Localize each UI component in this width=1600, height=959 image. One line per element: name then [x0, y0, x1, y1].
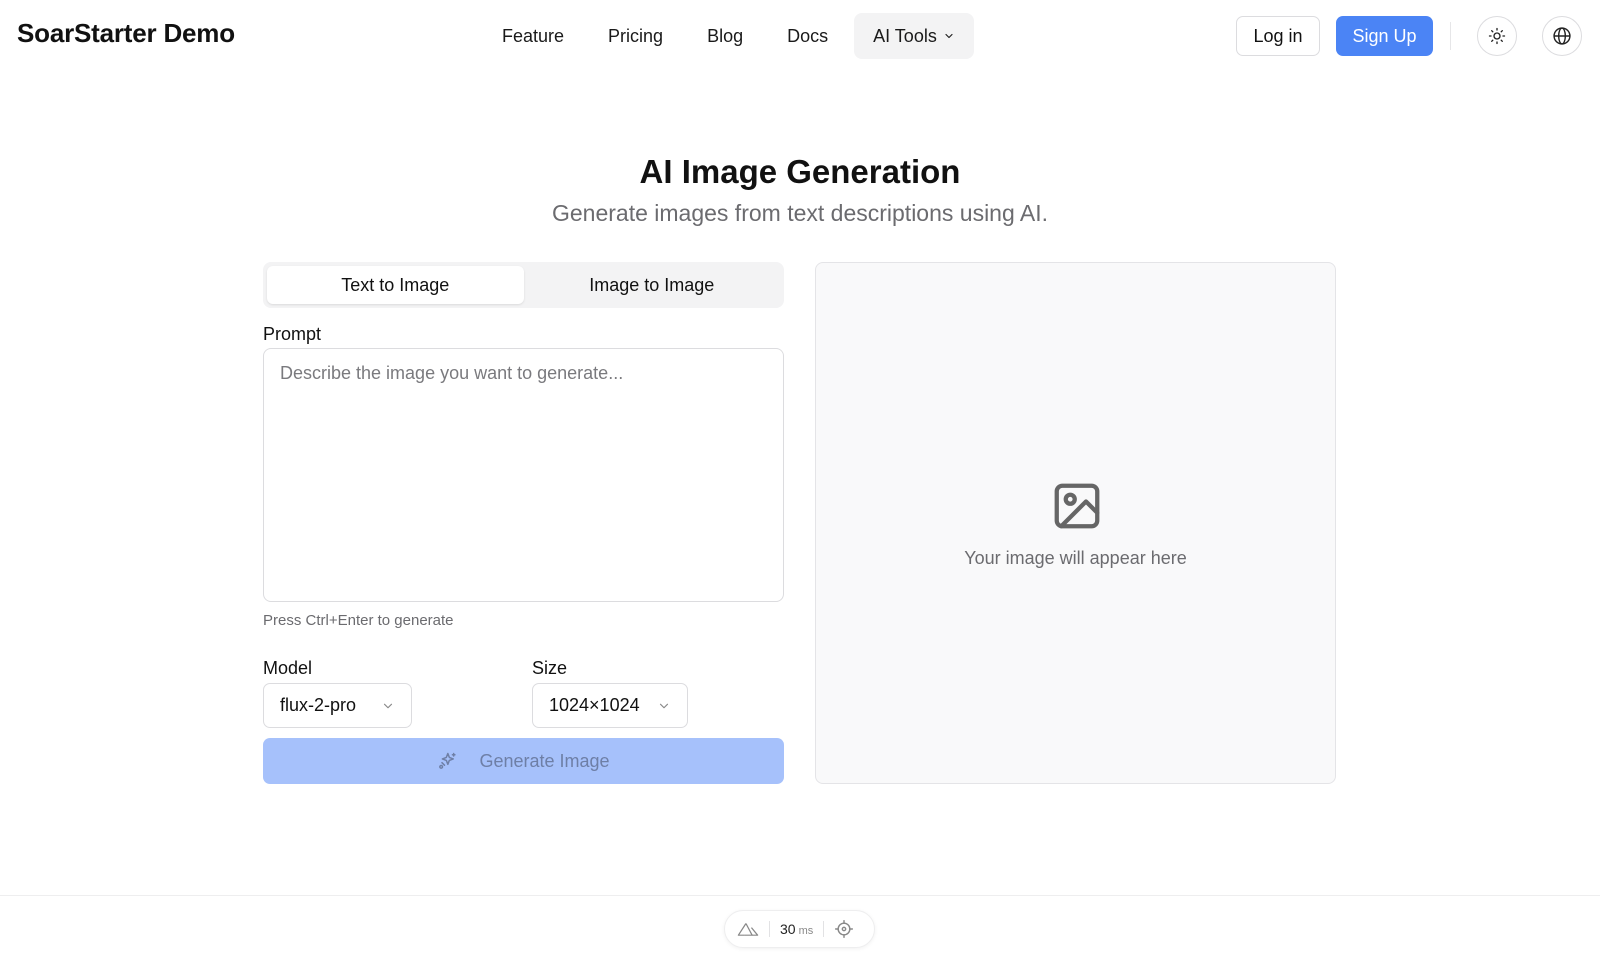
chevron-down-icon: [657, 699, 671, 713]
mode-tabs: Text to Image Image to Image: [263, 262, 784, 308]
nav-ai-tools-label: AI Tools: [873, 25, 937, 46]
render-time-value: 30: [780, 921, 796, 937]
model-value: flux-2-pro: [280, 695, 357, 715]
language-button[interactable]: [1542, 16, 1582, 56]
render-time: 30 ms: [780, 921, 813, 937]
nav-ai-tools[interactable]: AI Tools: [854, 13, 974, 59]
signup-button[interactable]: Sign Up: [1336, 16, 1433, 56]
size-select[interactable]: 1024×1024: [532, 683, 688, 728]
model-select[interactable]: flux-2-pro: [263, 683, 412, 728]
page-subtitle: Generate images from text descriptions u…: [551, 200, 1049, 226]
nuxt-logo-icon[interactable]: [737, 921, 759, 937]
sun-icon: [1488, 27, 1506, 45]
image-preview-panel: Your image will appear here: [815, 262, 1336, 784]
model-label: Model: [263, 658, 313, 678]
brand-logo[interactable]: SoarStarter Demo: [17, 18, 235, 49]
nav-pricing[interactable]: Pricing: [586, 13, 685, 59]
theme-toggle-button[interactable]: [1477, 16, 1517, 56]
chevron-down-icon: [943, 30, 955, 42]
prompt-hint: Press Ctrl+Enter to generate: [263, 612, 454, 629]
prompt-label: Prompt: [263, 324, 322, 344]
nav-blog[interactable]: Blog: [685, 13, 765, 59]
tab-image-to-image[interactable]: Image to Image: [524, 266, 781, 304]
preview-placeholder-text: Your image will appear here: [964, 548, 1187, 568]
nav-feature[interactable]: Feature: [480, 13, 586, 59]
render-time-unit: ms: [798, 925, 814, 937]
main-nav: Feature Pricing Blog Docs AI Tools: [480, 13, 974, 59]
globe-icon: [1552, 26, 1572, 46]
generate-image-button[interactable]: Generate Image: [263, 738, 784, 784]
image-placeholder-icon: [1049, 478, 1105, 534]
prompt-input[interactable]: [263, 348, 784, 602]
size-value: 1024×1024: [549, 695, 640, 715]
tab-text-to-image[interactable]: Text to Image: [267, 266, 524, 304]
generate-image-label: Generate Image: [479, 750, 610, 771]
crosshair-icon[interactable]: [834, 919, 854, 939]
footer-divider: [0, 895, 1600, 896]
size-label: Size: [532, 658, 568, 678]
top-navbar: SoarStarter Demo Feature Pricing Blog Do…: [0, 0, 1600, 72]
nav-docs[interactable]: Docs: [765, 13, 850, 59]
chevron-down-icon: [381, 699, 395, 713]
page-title: AI Image Generation: [639, 153, 961, 190]
sparkles-icon: [437, 751, 457, 771]
login-button[interactable]: Log in: [1236, 16, 1320, 56]
header-divider: [1450, 22, 1451, 50]
devbar-separator: [769, 921, 770, 937]
dev-toolbar: 30 ms: [724, 910, 875, 948]
devbar-separator: [823, 921, 825, 937]
